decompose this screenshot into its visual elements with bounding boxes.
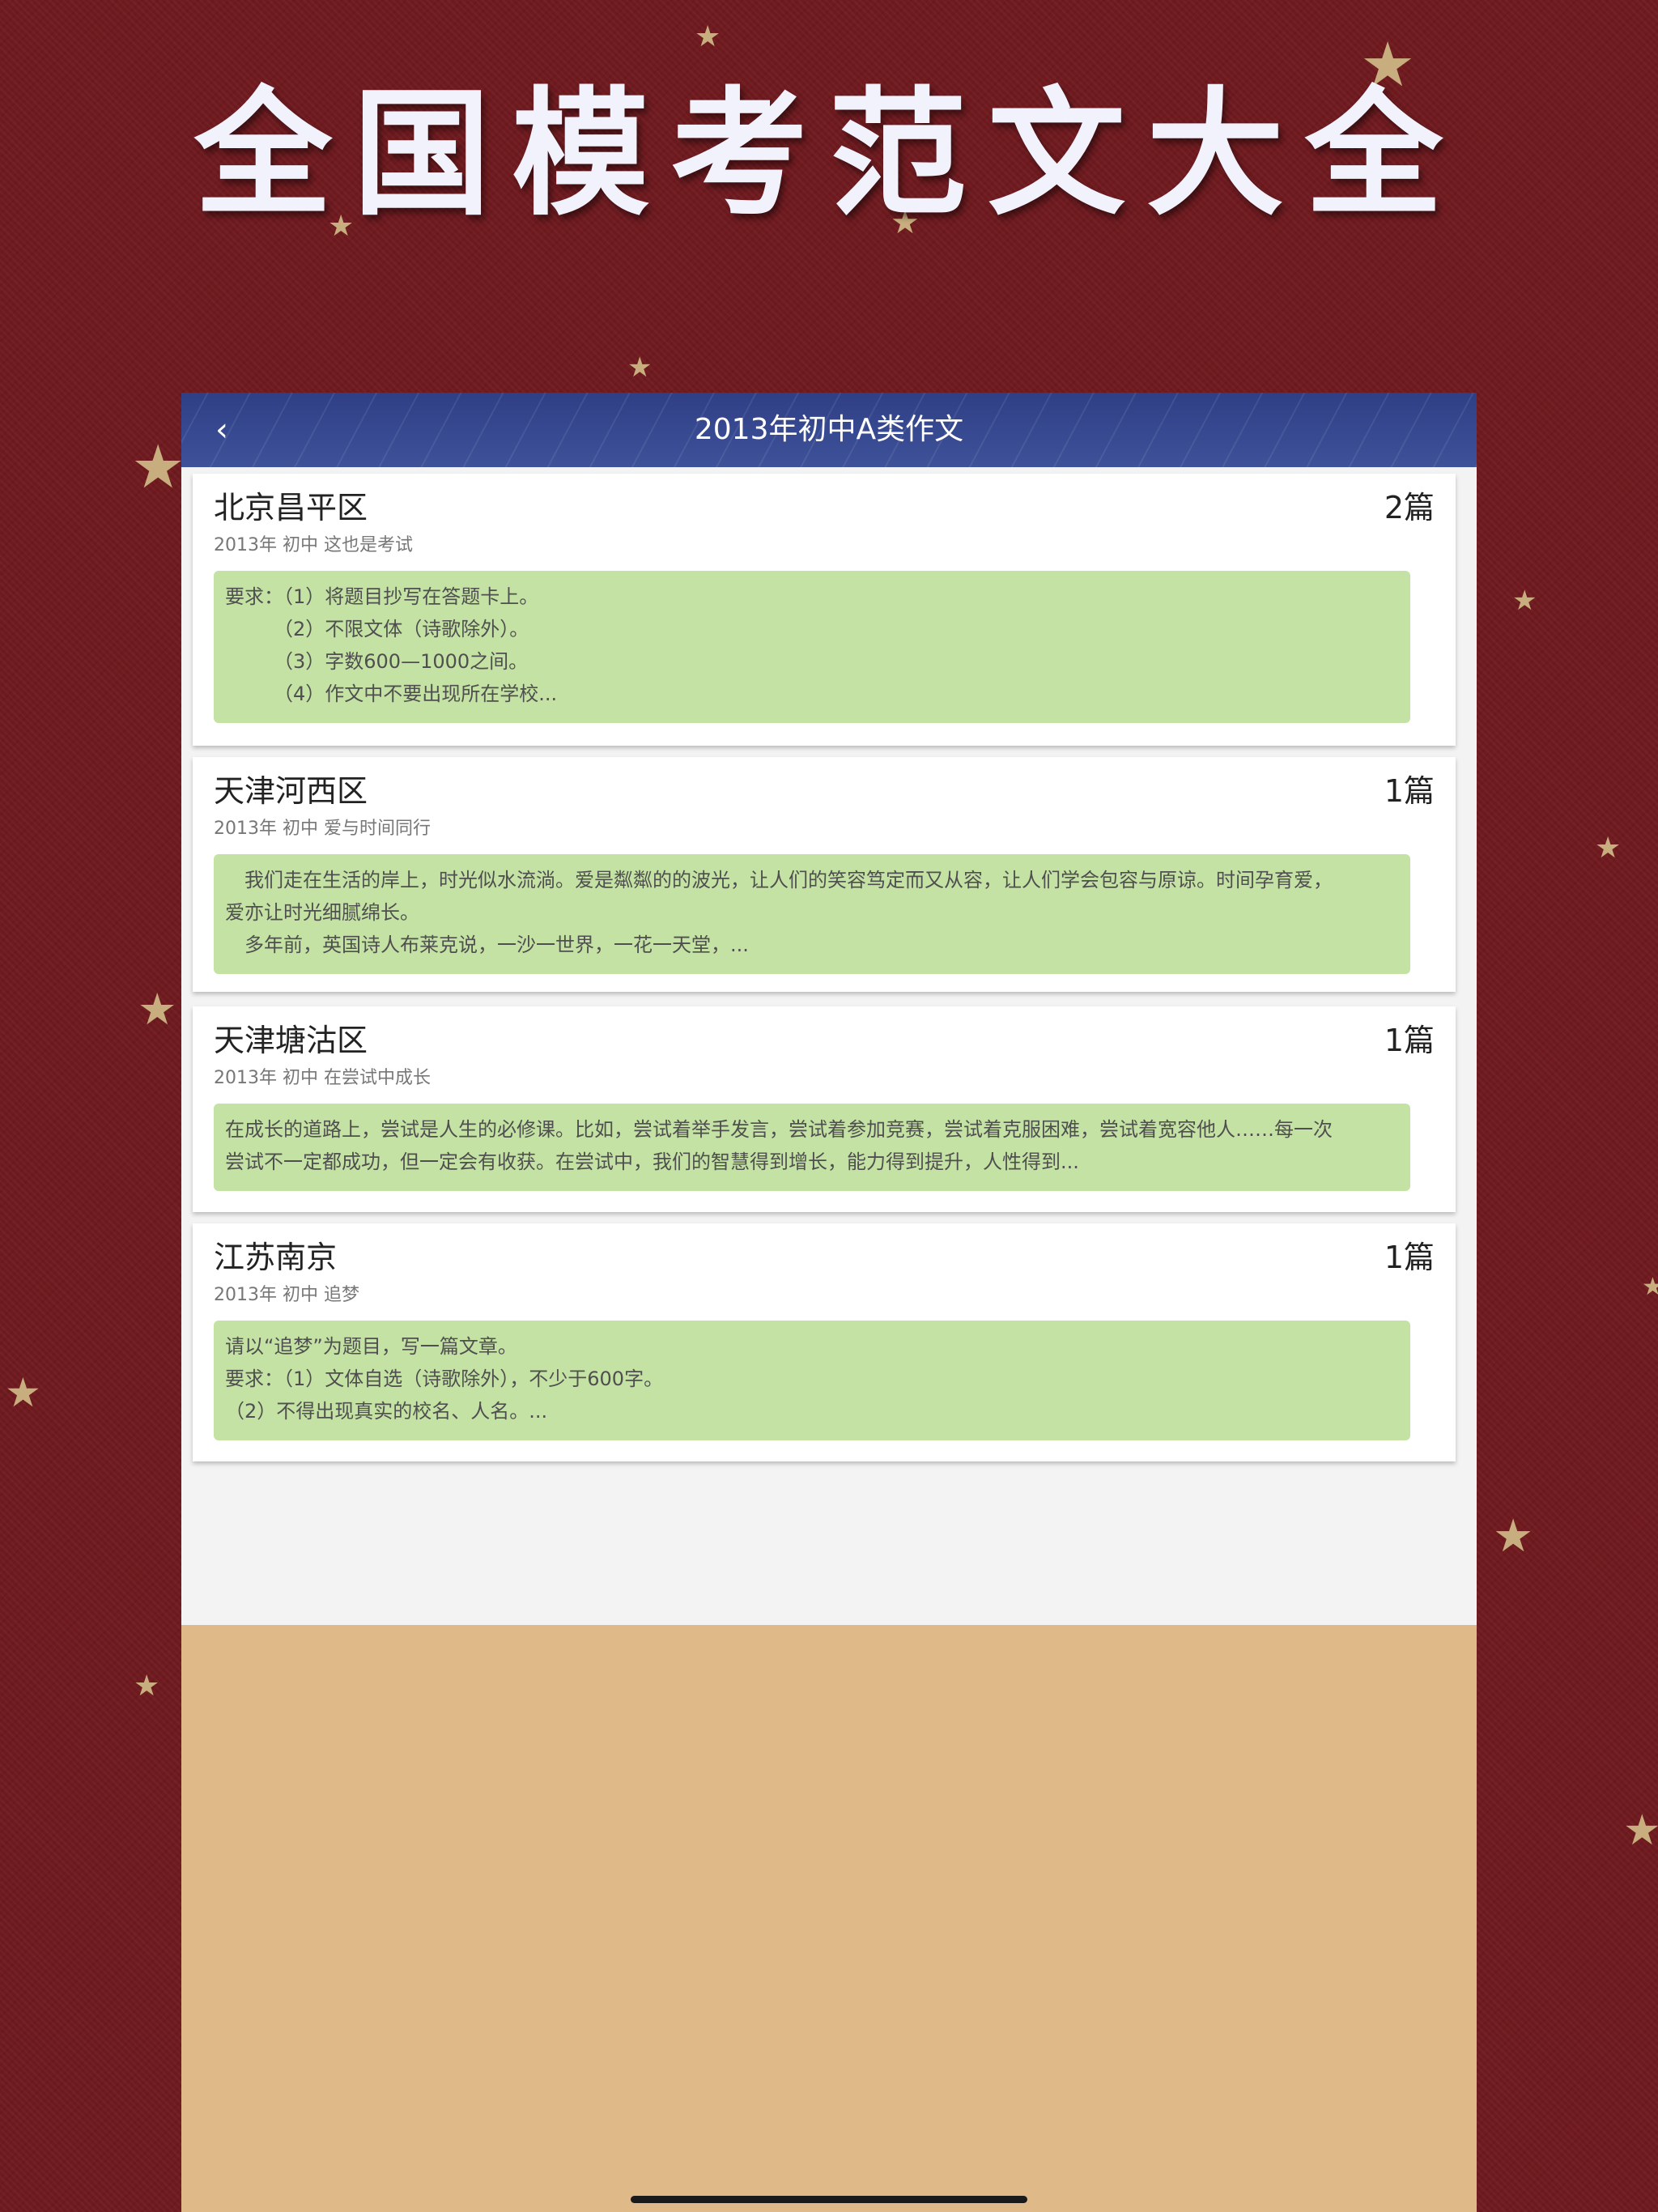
excerpt-line: 请以“追梦”为题目，写一篇文章。 [225,1335,517,1358]
excerpt-line: 要求：（1）文体自选（诗歌除外），不少于600字。 [225,1368,664,1390]
page-title: 2013年初中A类作文 [694,413,964,446]
essay-excerpt: 在成长的道路上，尝试是人生的必修课。比如，尝试着举手发言，尝试着参加竞赛，尝试着… [214,1104,1410,1191]
star-decoration: ★ [131,432,185,502]
essay-meta: 2013年 初中 在尝试中成长 [214,1068,431,1088]
essay-count: 1篇 [1384,1240,1435,1275]
tablet-screen: ‹ 2013年初中A类作文 北京昌平区 2篇 2013年 初中 这也是考试 要求… [181,393,1477,2212]
essay-meta: 2013年 初中 爱与时间同行 [214,819,431,839]
essay-list: 北京昌平区 2篇 2013年 初中 这也是考试 要求：（1）将题目抄写在答题卡上… [181,467,1477,1625]
star-decoration: ★ [1512,585,1537,617]
excerpt-line: 要求：（1）将题目抄写在答题卡上。 [225,585,539,608]
essay-meta: 2013年 初中 这也是考试 [214,535,413,555]
star-decoration: ★ [5,1369,41,1416]
essay-card[interactable]: 天津塘沽区 1篇 2013年 初中 在尝试中成长 在成长的道路上，尝试是人生的必… [193,1006,1456,1212]
essay-meta: 2013年 初中 追梦 [214,1285,359,1305]
essay-card[interactable]: 江苏南京 1篇 2013年 初中 追梦 请以“追梦”为题目，写一篇文章。 要求：… [193,1223,1456,1461]
essay-excerpt: 要求：（1）将题目抄写在答题卡上。 （2）不限文体（诗歌除外）。 （3）字数60… [214,571,1410,723]
region-title: 天津河西区 [214,773,368,809]
region-title: 北京昌平区 [214,490,368,525]
region-title: 江苏南京 [214,1240,338,1275]
star-decoration: ★ [1642,1273,1658,1301]
region-title: 天津塘沽区 [214,1023,368,1058]
excerpt-line: 我们走在生活的岸上，时光似水流淌。爱是粼粼的的波光，让人们的笑容笃定而又从容，让… [225,869,1333,891]
star-decoration: ★ [1493,1510,1534,1563]
excerpt-line: 在成长的道路上，尝试是人生的必修课。比如，尝试着举手发言，尝试着参加竞赛，尝试着… [225,1118,1333,1141]
star-decoration: ★ [627,351,653,384]
star-decoration: ★ [138,984,177,1035]
app-bar: ‹ 2013年初中A类作文 [181,393,1477,467]
excerpt-line: （2）不限文体（诗歌除外）。 [225,618,529,640]
promo-headline: 全国模考范文大全 [193,73,1464,235]
excerpt-line: 多年前，英国诗人布莱克说，一沙一世界，一花一天堂，... [225,934,749,956]
star-decoration: ★ [695,20,721,53]
essay-excerpt: 请以“追梦”为题目，写一篇文章。 要求：（1）文体自选（诗歌除外），不少于600… [214,1321,1410,1440]
essay-card[interactable]: 天津河西区 1篇 2013年 初中 爱与时间同行 我们走在生活的岸上，时光似水流… [193,757,1456,992]
star-decoration: ★ [134,1670,160,1703]
star-decoration: ★ [1595,832,1622,865]
essay-count: 1篇 [1384,773,1435,809]
excerpt-line: （3）字数600—1000之间。 [225,650,529,673]
home-indicator[interactable] [631,2196,1027,2203]
star-decoration: ★ [1623,1806,1658,1855]
excerpt-line: 爱亦让时光细腻绵长。 [225,901,419,924]
excerpt-line: （2）不得出现真实的校名、人名。... [225,1400,548,1423]
excerpt-line: （4）作文中不要出现所在学校... [225,683,558,705]
essay-count: 2篇 [1384,490,1435,525]
essay-card[interactable]: 北京昌平区 2篇 2013年 初中 这也是考试 要求：（1）将题目抄写在答题卡上… [193,474,1456,746]
essay-excerpt: 我们走在生活的岸上，时光似水流淌。爱是粼粼的的波光，让人们的笑容笃定而又从容，让… [214,854,1410,974]
essay-count: 1篇 [1384,1023,1435,1058]
excerpt-line: 尝试不一定都成功，但一定会有收获。在尝试中，我们的智慧得到增长，能力得到提升，人… [225,1151,1079,1173]
